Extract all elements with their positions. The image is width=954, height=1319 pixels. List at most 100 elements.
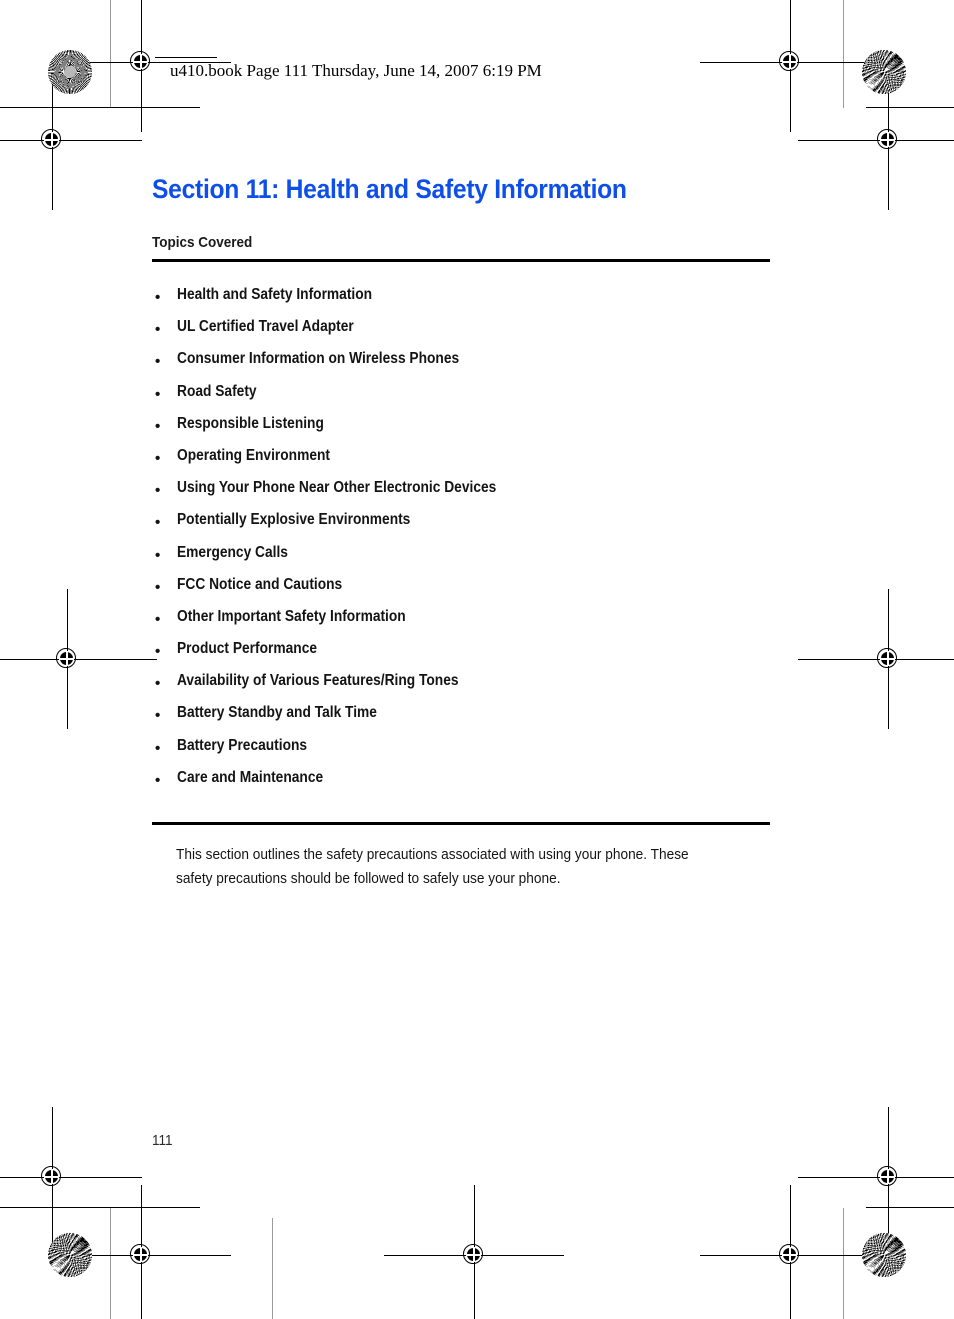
registration-target-bottom-right	[700, 1185, 880, 1319]
target-dot	[782, 1247, 797, 1262]
registration-target-bottom-left	[51, 1185, 231, 1319]
topics-list: • Health and Safety Information • UL Cer…	[152, 286, 792, 801]
bullet-icon: •	[155, 643, 161, 661]
body-paragraph-line-1: This section outlines the safety precaut…	[176, 846, 689, 863]
body-paragraph-line-2: safety precautions should be followed to…	[176, 870, 561, 887]
bullet-icon: •	[155, 546, 161, 564]
list-item: • Operating Environment	[152, 447, 792, 479]
guide-line-left	[110, 0, 111, 108]
list-item-label: Road Safety	[177, 382, 257, 400]
list-item-label: Using Your Phone Near Other Electronic D…	[177, 479, 497, 497]
document-page: u410.book Page 111 Thursday, June 14, 20…	[0, 0, 954, 1319]
target-dot	[44, 1169, 59, 1184]
guide-line-right-lower	[843, 1208, 844, 1319]
crosshair-horizontal	[0, 658, 157, 660]
list-item-label: Battery Standby and Talk Time	[177, 704, 377, 722]
crosshair-horizontal	[798, 139, 954, 141]
bullet-icon: •	[155, 578, 161, 596]
list-item: • Product Performance	[152, 640, 792, 672]
registration-target-lower-right	[798, 1107, 954, 1247]
target-dot	[133, 54, 148, 69]
list-item-label: Other Important Safety Information	[177, 607, 406, 625]
registration-target-mid-left	[0, 589, 157, 729]
list-item: • Responsible Listening	[152, 415, 792, 447]
halftone-density-patch-top-right	[862, 50, 906, 94]
registration-target-top-right	[700, 0, 880, 132]
heading-divider-rule	[152, 259, 770, 262]
bullet-icon: •	[155, 321, 161, 339]
bullet-icon: •	[155, 353, 161, 371]
bullet-icon: •	[155, 771, 161, 789]
list-item-label: Potentially Explosive Environments	[177, 511, 411, 529]
bullet-icon: •	[155, 417, 161, 435]
list-item-label: Product Performance	[177, 640, 318, 658]
registration-target-top-left	[51, 0, 231, 132]
crosshair-horizontal	[798, 658, 954, 660]
list-item-label: Emergency Calls	[177, 543, 288, 561]
halftone-density-patch-top-left	[48, 50, 92, 94]
crop-rule-bottom-left	[0, 1207, 200, 1208]
guide-line-left-lower	[110, 1208, 111, 1319]
target-dot	[59, 651, 74, 666]
list-item: • Availability of Various Features/Ring …	[152, 672, 792, 704]
list-item: • Potentially Explosive Environments	[152, 511, 792, 543]
list-item-label: Availability of Various Features/Ring To…	[177, 672, 459, 690]
bullet-icon: •	[155, 482, 161, 500]
registration-target-bottom-center	[384, 1185, 564, 1319]
crosshair-horizontal	[0, 139, 142, 141]
bullet-icon: •	[155, 514, 161, 532]
halftone-density-patch-bottom-right	[862, 1233, 906, 1277]
list-item-label: Consumer Information on Wireless Phones	[177, 350, 460, 368]
list-item: • UL Certified Travel Adapter	[152, 318, 792, 350]
body-divider-rule	[152, 822, 770, 825]
body-paragraph: This section outlines the safety precaut…	[176, 843, 776, 891]
list-item: • Using Your Phone Near Other Electronic…	[152, 479, 792, 511]
topics-covered-heading: Topics Covered	[152, 234, 253, 251]
list-item-label: Health and Safety Information	[177, 286, 373, 303]
list-item: • Road Safety	[152, 383, 792, 415]
list-item-label: Responsible Listening	[177, 414, 324, 432]
bullet-icon: •	[155, 289, 161, 306]
registration-target-lower-left	[0, 1107, 142, 1247]
target-dot	[44, 132, 59, 147]
list-item: • Emergency Calls	[152, 544, 792, 576]
target-dot	[880, 1169, 895, 1184]
target-dot	[880, 651, 895, 666]
list-item: • Consumer Information on Wireless Phone…	[152, 350, 792, 382]
target-dot	[466, 1247, 481, 1262]
bullet-icon: •	[155, 610, 161, 628]
registration-target-upper-left	[0, 70, 142, 210]
target-dot	[133, 1247, 148, 1262]
list-item: • FCC Notice and Cautions	[152, 576, 792, 608]
running-header: u410.book Page 111 Thursday, June 14, 20…	[170, 61, 542, 80]
crosshair-horizontal	[0, 1176, 142, 1178]
registration-target-mid-right	[798, 589, 954, 729]
guide-line-right	[843, 0, 844, 108]
crop-rule-top-right	[866, 107, 954, 108]
page-title: Section 11: Health and Safety Informatio…	[152, 174, 627, 204]
list-item: • Battery Standby and Talk Time	[152, 704, 792, 736]
target-dot	[782, 54, 797, 69]
crop-rule-header-underline	[155, 57, 217, 58]
bullet-icon: •	[155, 675, 161, 693]
list-item-label: FCC Notice and Cautions	[177, 575, 343, 593]
target-dot	[880, 132, 895, 147]
crosshair-horizontal	[798, 1176, 954, 1178]
list-item: • Health and Safety Information	[152, 286, 792, 318]
guide-line-bottom-center	[272, 1218, 273, 1319]
bullet-icon: •	[155, 385, 161, 403]
crop-rule-top-left	[0, 107, 200, 108]
list-item-label: Battery Precautions	[177, 736, 308, 754]
halftone-density-patch-bottom-left	[48, 1233, 92, 1277]
list-item-label: Operating Environment	[177, 446, 330, 464]
list-item: • Battery Precautions	[152, 737, 792, 769]
bullet-icon: •	[155, 707, 161, 725]
list-item: • Other Important Safety Information	[152, 608, 792, 640]
page-number: 111	[152, 1132, 173, 1149]
list-item: • Care and Maintenance	[152, 769, 792, 801]
list-item-label: UL Certified Travel Adapter	[177, 318, 354, 336]
bullet-icon: •	[155, 739, 161, 757]
bullet-icon: •	[155, 449, 161, 467]
list-item-label: Care and Maintenance	[177, 768, 324, 786]
registration-target-upper-right	[798, 70, 954, 210]
